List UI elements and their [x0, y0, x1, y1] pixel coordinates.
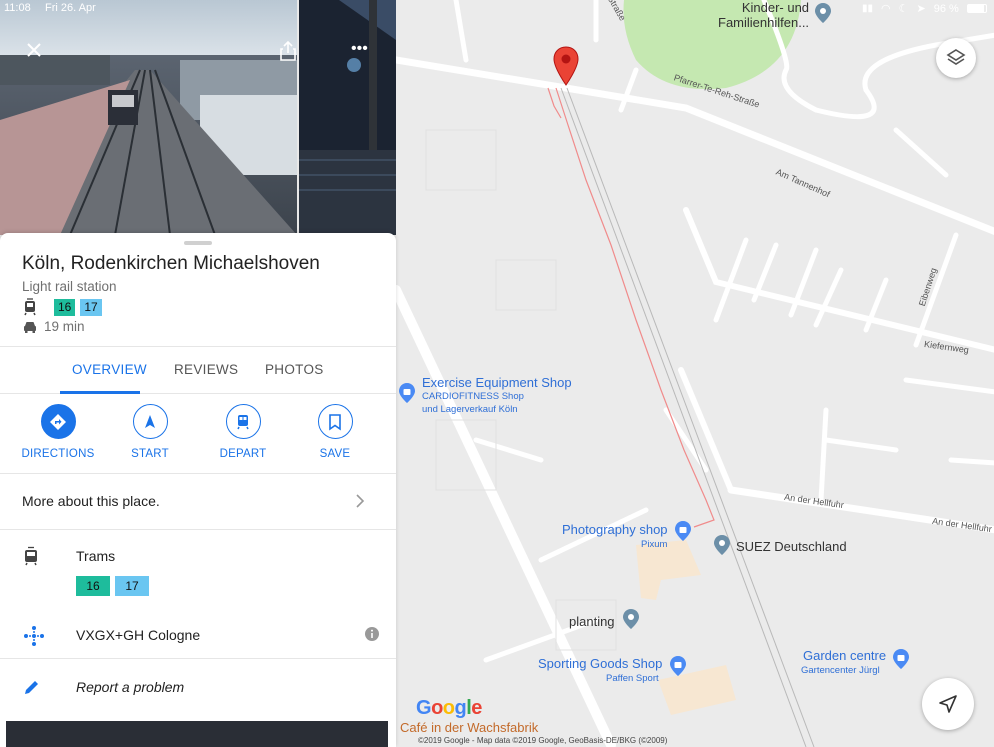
shopping-bag-pin-icon[interactable]	[398, 382, 416, 404]
drive-time-row: 19 min	[22, 319, 85, 334]
poi-sublabel: CARDIOFITNESS Shop	[422, 391, 524, 402]
directions-button[interactable]: DIRECTIONS	[13, 404, 103, 460]
line-badge[interactable]: 17	[115, 576, 149, 596]
my-location-button[interactable]	[922, 678, 974, 730]
plus-code: VXGX+GH Cologne	[76, 627, 201, 643]
car-icon	[24, 321, 36, 333]
shopping-bag-pin-icon[interactable]	[892, 648, 910, 670]
night-photo-image	[299, 0, 396, 235]
tram-line-badges: 16 17	[76, 576, 149, 596]
google-logo: Google	[416, 697, 482, 719]
map-streets-layer	[396, 0, 994, 747]
line-badge[interactable]: 16	[76, 576, 110, 596]
status-time: 11:08	[4, 2, 31, 14]
station-photo-image	[0, 0, 297, 235]
save-button[interactable]: SAVE	[290, 404, 380, 460]
place-tabs: OVERVIEW REVIEWS PHOTOS	[0, 346, 396, 394]
map-view[interactable]: -Straße Pfarrer-Te-Reh-Straße Am Tannenh…	[396, 0, 994, 747]
poi-sublabel: Gartencenter Jürgl	[801, 665, 880, 676]
poi-label-cafe[interactable]: Café in der Wachsfabrik	[400, 720, 538, 735]
bookmark-icon	[329, 413, 341, 431]
depart-button[interactable]: DEPART	[198, 404, 288, 460]
selected-place-pin-icon[interactable]	[553, 46, 579, 86]
close-button[interactable]	[24, 40, 44, 60]
poi-label-garden[interactable]: Garden centre	[803, 648, 886, 663]
signal-icon: ▮▮	[862, 3, 874, 14]
plus-code-row[interactable]: VXGX+GH Cologne	[0, 610, 396, 659]
poi-label-sporting[interactable]: Sporting Goods Shop	[538, 656, 662, 671]
photo-strip[interactable]	[6, 721, 388, 747]
transit-lines-row: 16 17	[22, 297, 102, 317]
navigation-arrow-icon	[145, 414, 155, 428]
shopping-bag-pin-icon[interactable]	[669, 655, 687, 677]
report-problem-row[interactable]: Report a problem	[0, 659, 396, 715]
share-icon	[280, 40, 296, 61]
tram-icon	[25, 546, 37, 566]
location-pin-icon[interactable]	[622, 608, 640, 630]
layers-icon	[946, 49, 966, 65]
place-photo-secondary[interactable]: •••	[299, 0, 396, 235]
action-label: SAVE	[319, 448, 351, 460]
tab-reviews[interactable]: REVIEWS	[174, 347, 238, 394]
map-attribution: ©2019 Google - Map data ©2019 Google, Ge…	[418, 736, 668, 745]
report-problem-label: Report a problem	[76, 679, 185, 695]
trams-row: Trams 16 17	[0, 530, 396, 610]
line-badge: 16	[54, 298, 76, 316]
line-badge: 17	[80, 298, 102, 316]
chevron-right-icon	[356, 494, 365, 508]
drag-handle[interactable]	[184, 241, 212, 245]
train-icon	[237, 414, 249, 429]
poi-label-exercise[interactable]: Exercise Equipment Shop	[422, 375, 572, 390]
place-type: Light rail station	[22, 279, 117, 294]
status-date: Fri 26. Apr	[45, 2, 96, 14]
action-label: START	[131, 448, 169, 460]
share-button[interactable]	[278, 40, 297, 61]
close-icon	[27, 43, 41, 57]
location-pin-icon[interactable]	[713, 534, 731, 556]
more-options-icon[interactable]: •••	[351, 40, 368, 58]
location-arrow-icon: ➤	[916, 3, 926, 15]
info-icon[interactable]	[364, 626, 380, 642]
place-title: Köln, Rodenkirchen Michaelshoven	[22, 253, 320, 274]
layers-button[interactable]	[936, 38, 976, 78]
route-path	[555, 87, 715, 528]
pencil-icon	[25, 681, 38, 694]
status-icons: ▮▮ ◠ ☾ ➤ 96 %	[862, 2, 987, 15]
tab-overview[interactable]: OVERVIEW	[72, 347, 147, 394]
action-label: DIRECTIONS	[21, 448, 95, 460]
battery-percent: 96 %	[933, 2, 959, 15]
moon-icon: ☾	[898, 3, 909, 15]
location-pin-icon[interactable]	[814, 2, 832, 24]
plus-code-icon	[24, 626, 44, 646]
directions-icon	[50, 413, 66, 430]
navigation-arrow-icon	[939, 695, 957, 713]
more-about-row[interactable]: More about this place.	[0, 474, 396, 530]
place-photo-main[interactable]: 11:08 Fri 26. Apr	[0, 0, 297, 235]
trams-label: Trams	[76, 548, 116, 564]
shopping-bag-pin-icon[interactable]	[674, 520, 692, 542]
action-label: DEPART	[219, 448, 267, 460]
place-details-panel[interactable]: Köln, Rodenkirchen Michaelshoven Light r…	[0, 233, 396, 747]
wifi-icon: ◠	[881, 3, 891, 15]
poi-sublabel: Pixum	[641, 539, 668, 550]
poi-sublabel: und Lagerverkauf Köln	[422, 404, 518, 415]
poi-sublabel: Paffen Sport	[606, 673, 659, 684]
more-about-label: More about this place.	[22, 493, 160, 509]
tab-photos[interactable]: PHOTOS	[265, 347, 324, 394]
start-button[interactable]: START	[105, 404, 195, 460]
action-buttons: DIRECTIONS START DEPART SAVE	[0, 394, 396, 474]
poi-label-planting[interactable]: planting	[569, 614, 615, 629]
poi-label-suez[interactable]: SUEZ Deutschland	[736, 539, 847, 554]
poi-label-photo[interactable]: Photography shop	[562, 522, 668, 537]
tram-icon	[24, 298, 36, 316]
poi-label-kinder[interactable]: Kinder- und Familienhilfen...	[718, 0, 809, 30]
drive-time: 19 min	[44, 319, 85, 334]
battery-icon	[966, 4, 987, 13]
